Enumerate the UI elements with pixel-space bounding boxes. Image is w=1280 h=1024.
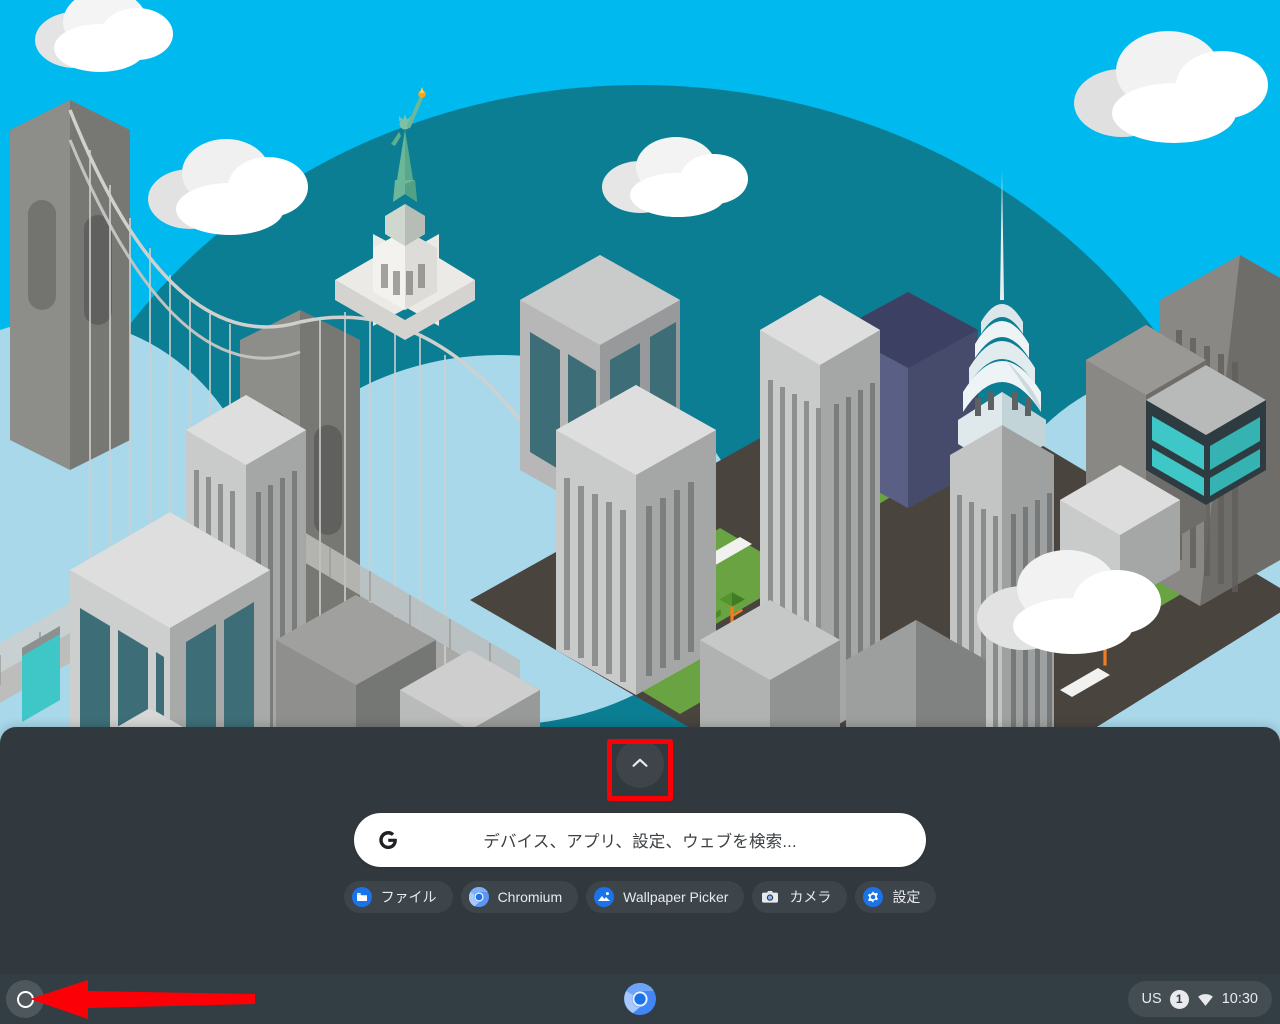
circle-outline-icon (16, 990, 34, 1008)
launcher-search-row: デバイス、アプリ、設定、ウェブを検索... (0, 813, 1280, 867)
launcher-button[interactable] (6, 980, 44, 1018)
app-chip-chromium[interactable]: Chromium (460, 881, 579, 913)
shelf-app-chromium[interactable] (623, 982, 657, 1016)
settings-gear-icon (863, 887, 884, 907)
expand-launcher-button[interactable] (616, 740, 664, 788)
app-chip-wallpaper-picker[interactable]: Wallpaper Picker (586, 881, 745, 913)
app-chip-label: 設定 (892, 889, 921, 905)
chromium-icon (468, 887, 489, 907)
wallpaper-picker-icon (594, 887, 615, 907)
notification-count-badge: 1 (1169, 989, 1189, 1009)
app-chip-label: カメラ (789, 889, 832, 905)
app-chip-camera[interactable]: カメラ (752, 881, 848, 913)
chevron-up-icon (629, 752, 651, 777)
app-chip-label: Wallpaper Picker (623, 889, 729, 905)
wifi-icon (1197, 991, 1214, 1008)
expand-launcher-row (0, 740, 1280, 788)
app-chip-label: Chromium (497, 889, 563, 905)
shelf: US 1 10:30 (0, 974, 1280, 1024)
folder-icon (351, 887, 372, 907)
search-input[interactable]: デバイス、アプリ、設定、ウェブを検索... (354, 813, 926, 867)
status-area[interactable]: US 1 10:30 (1127, 981, 1272, 1017)
clock: 10:30 (1221, 991, 1258, 1007)
search-placeholder-text: デバイス、アプリ、設定、ウェブを検索... (483, 833, 797, 851)
app-chip-files[interactable]: ファイル (343, 881, 453, 913)
camera-icon (760, 887, 780, 907)
ime-indicator: US (1141, 991, 1162, 1007)
app-chip-label: ファイル (380, 889, 437, 905)
recent-apps-chip-row: ファイル Chromium Wallpaper Picker カメラ 設定 (0, 881, 1280, 913)
google-g-icon (376, 828, 400, 852)
app-chip-settings[interactable]: 設定 (855, 881, 937, 913)
